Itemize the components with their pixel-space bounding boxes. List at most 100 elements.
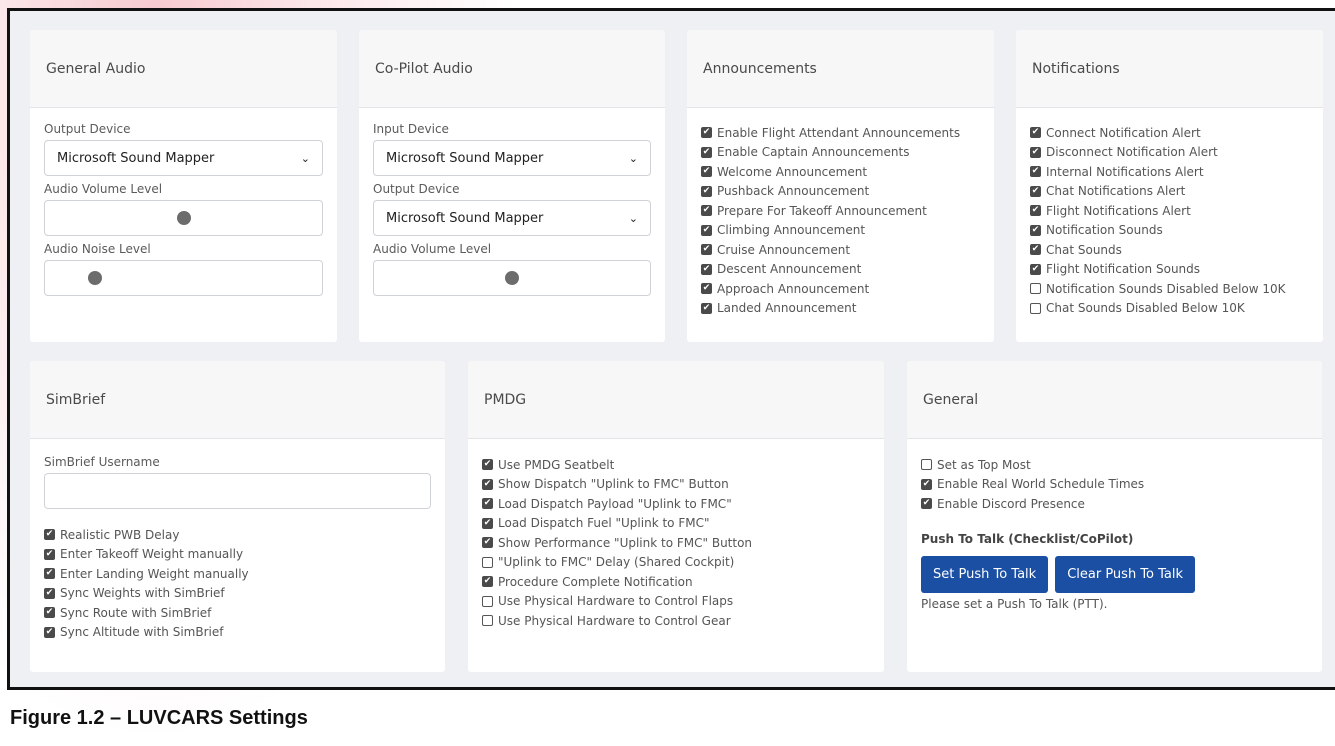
checkbox-checked-icon[interactable]: ✔ (701, 224, 712, 236)
checkbox-option[interactable]: ✔ Enable Captain Announcements (701, 143, 980, 163)
checkbox-unchecked-icon[interactable]: ✔ (482, 615, 493, 627)
checkbox-checked-icon[interactable]: ✔ (921, 498, 932, 510)
checkbox-checked-icon[interactable]: ✔ (701, 127, 712, 139)
checkbox-option[interactable]: ✔ Descent Announcement (701, 260, 980, 280)
audio-noise-knob[interactable] (88, 271, 102, 285)
checkbox-option[interactable]: ✔ Show Performance "Uplink to FMC" Button (482, 533, 870, 553)
checkbox-checked-icon[interactable]: ✔ (1030, 185, 1041, 197)
checkbox-option[interactable]: ✔ Sync Altitude with SimBrief (44, 623, 431, 643)
checkbox-checked-icon[interactable]: ✔ (1030, 205, 1041, 217)
checkbox-option[interactable]: ✔ Enable Flight Attendant Announcements (701, 123, 980, 143)
checkbox-unchecked-icon[interactable]: ✔ (921, 459, 932, 471)
checkbox-option[interactable]: ✔ Prepare For Takeoff Announcement (701, 201, 980, 221)
checkbox-option[interactable]: ✔ Flight Notification Sounds (1030, 260, 1309, 280)
checkbox-option[interactable]: ✔ Show Dispatch "Uplink to FMC" Button (482, 475, 870, 495)
checkbox-label: Enable Real World Schedule Times (937, 477, 1145, 492)
clear-push-to-talk-button[interactable]: Clear Push To Talk (1055, 555, 1196, 593)
checkbox-label: Chat Sounds Disabled Below 10K (1046, 301, 1245, 316)
checkbox-option[interactable]: ✔ Enter Takeoff Weight manually (44, 545, 431, 565)
audio-noise-label: Audio Noise Level (44, 242, 151, 256)
checkbox-checked-icon[interactable]: ✔ (701, 185, 712, 197)
checkbox-option[interactable]: ✔ Notification Sounds Disabled Below 10K (1030, 279, 1309, 299)
announcements-list: ✔ Enable Flight Attendant Announcements ✔ E… (687, 108, 994, 318)
checkbox-option[interactable]: ✔ "Uplink to FMC" Delay (Shared Cockpit) (482, 553, 870, 573)
checkbox-checked-icon[interactable]: ✔ (482, 517, 493, 529)
checkbox-checked-icon[interactable]: ✔ (921, 478, 932, 490)
copilot-volume-slider[interactable] (373, 260, 651, 296)
input-device-select[interactable]: Microsoft Sound Mapper ⌄ (373, 140, 651, 176)
checkbox-checked-icon[interactable]: ✔ (1030, 224, 1041, 236)
checkbox-checked-icon[interactable]: ✔ (1030, 263, 1041, 275)
checkbox-checked-icon[interactable]: ✔ (701, 146, 712, 158)
checkbox-checked-icon[interactable]: ✔ (701, 244, 712, 256)
checkbox-checked-icon[interactable]: ✔ (44, 529, 55, 541)
checkbox-option[interactable]: ✔ Realistic PWB Delay (44, 525, 431, 545)
checkbox-option[interactable]: ✔ Disconnect Notification Alert (1030, 143, 1309, 163)
checkbox-option[interactable]: ✔ Sync Weights with SimBrief (44, 584, 431, 604)
checkbox-checked-icon[interactable]: ✔ (44, 587, 55, 599)
checkbox-option[interactable]: ✔ Internal Notifications Alert (1030, 162, 1309, 182)
checkbox-option[interactable]: ✔ Notification Sounds (1030, 221, 1309, 241)
checkbox-option[interactable]: ✔ Enter Landing Weight manually (44, 564, 431, 584)
checkbox-checked-icon[interactable]: ✔ (44, 568, 55, 580)
checkbox-option[interactable]: ✔ Approach Announcement (701, 279, 980, 299)
checkbox-checked-icon[interactable]: ✔ (482, 576, 493, 588)
checkbox-option[interactable]: ✔ Use Physical Hardware to Control Flaps (482, 592, 870, 612)
checkbox-option[interactable]: ✔ Enable Discord Presence (921, 494, 1308, 514)
checkbox-option[interactable]: ✔ Pushback Announcement (701, 182, 980, 202)
checkbox-checked-icon[interactable]: ✔ (44, 626, 55, 638)
checkbox-option[interactable]: ✔ Enable Real World Schedule Times (921, 475, 1308, 495)
copilot-volume-knob[interactable] (505, 271, 519, 285)
notifications-panel: Notifications ✔ Connect Notification Aler… (1016, 30, 1323, 342)
checkbox-option[interactable]: ✔ Chat Sounds (1030, 240, 1309, 260)
checkbox-option[interactable]: ✔ Sync Route with SimBrief (44, 603, 431, 623)
checkbox-unchecked-icon[interactable]: ✔ (482, 556, 493, 568)
checkbox-checked-icon[interactable]: ✔ (1030, 166, 1041, 178)
checkbox-checked-icon[interactable]: ✔ (1030, 127, 1041, 139)
audio-volume-knob[interactable] (177, 211, 191, 225)
checkbox-option[interactable]: ✔ Flight Notifications Alert (1030, 201, 1309, 221)
checkbox-option[interactable]: ✔ Use Physical Hardware to Control Gear (482, 611, 870, 631)
set-push-to-talk-button[interactable]: Set Push To Talk (921, 555, 1049, 593)
checkbox-option[interactable]: ✔ Cruise Announcement (701, 240, 980, 260)
checkbox-checked-icon[interactable]: ✔ (701, 263, 712, 275)
audio-noise-slider[interactable] (44, 260, 323, 296)
checkbox-checked-icon[interactable]: ✔ (44, 548, 55, 560)
checkbox-checked-icon[interactable]: ✔ (482, 459, 493, 471)
checkbox-label: Approach Announcement (717, 281, 870, 296)
checkbox-option[interactable]: ✔ Chat Notifications Alert (1030, 182, 1309, 202)
checkbox-option[interactable]: ✔ Use PMDG Seatbelt (482, 455, 870, 475)
push-to-talk-status: Please set a Push To Talk (PTT). (921, 596, 1108, 611)
checkbox-option[interactable]: ✔ Climbing Announcement (701, 221, 980, 241)
checkbox-option[interactable]: ✔ Connect Notification Alert (1030, 123, 1309, 143)
checkbox-option[interactable]: ✔ Load Dispatch Payload "Uplink to FMC" (482, 494, 870, 514)
audio-volume-slider[interactable] (44, 200, 323, 236)
checkbox-option[interactable]: ✔ Procedure Complete Notification (482, 572, 870, 592)
checkbox-option[interactable]: ✔ Chat Sounds Disabled Below 10K (1030, 299, 1309, 319)
copilot-volume-label: Audio Volume Level (373, 242, 492, 256)
checkbox-option[interactable]: ✔ Set as Top Most (921, 455, 1308, 475)
checkbox-label: Enter Takeoff Weight manually (60, 547, 244, 562)
checkbox-unchecked-icon[interactable]: ✔ (1030, 302, 1041, 314)
checkbox-checked-icon[interactable]: ✔ (1030, 244, 1041, 256)
checkbox-option[interactable]: ✔ Load Dispatch Fuel "Uplink to FMC" (482, 514, 870, 534)
checkbox-checked-icon[interactable]: ✔ (482, 498, 493, 510)
checkbox-checked-icon[interactable]: ✔ (701, 283, 712, 295)
copilot-output-device-select[interactable]: Microsoft Sound Mapper ⌄ (373, 200, 651, 236)
checkbox-checked-icon[interactable]: ✔ (482, 537, 493, 549)
checkbox-option[interactable]: ✔ Landed Announcement (701, 299, 980, 319)
checkbox-option[interactable]: ✔ Welcome Announcement (701, 162, 980, 182)
general-options-list: ✔ Set as Top Most ✔ Enable Real World Sched… (921, 455, 1308, 514)
checkbox-checked-icon[interactable]: ✔ (482, 478, 493, 490)
checkbox-unchecked-icon[interactable]: ✔ (1030, 283, 1041, 295)
output-device-select[interactable]: Microsoft Sound Mapper ⌄ (44, 140, 323, 176)
checkbox-checked-icon[interactable]: ✔ (701, 166, 712, 178)
checkbox-checked-icon[interactable]: ✔ (701, 205, 712, 217)
checkbox-checked-icon[interactable]: ✔ (701, 302, 712, 314)
checkbox-label: Disconnect Notification Alert (1046, 145, 1218, 160)
checkbox-checked-icon[interactable]: ✔ (44, 607, 55, 619)
checkbox-unchecked-icon[interactable]: ✔ (482, 595, 493, 607)
figure-caption: Figure 1.2 – LUVCARS Settings (10, 707, 308, 729)
simbrief-username-input[interactable] (44, 473, 431, 509)
checkbox-checked-icon[interactable]: ✔ (1030, 146, 1041, 158)
